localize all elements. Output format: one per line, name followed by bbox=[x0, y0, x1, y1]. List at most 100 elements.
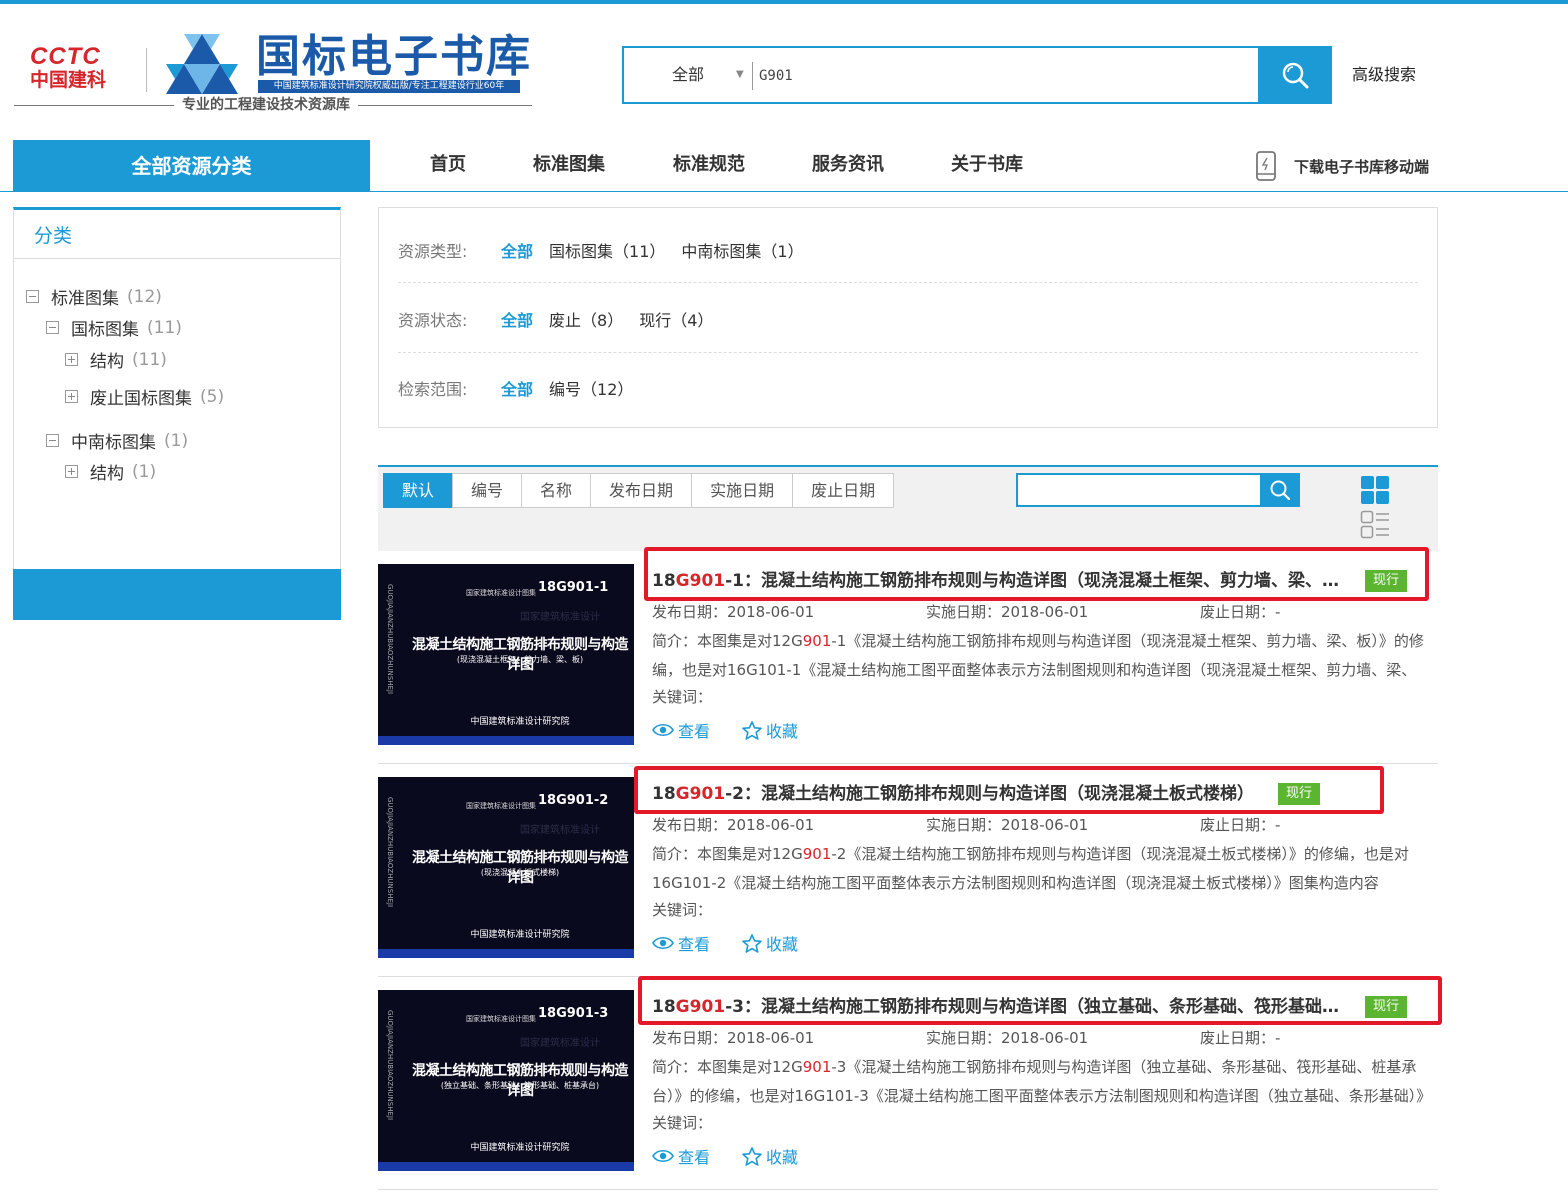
filter-option-all[interactable]: 全部 bbox=[501, 307, 533, 331]
sort-tab-default[interactable]: 默认 bbox=[383, 473, 454, 508]
nav-home[interactable]: 首页 bbox=[430, 150, 466, 180]
star-icon bbox=[742, 1146, 762, 1166]
expand-icon[interactable] bbox=[65, 353, 78, 366]
cover-publisher: 中国建筑标准设计研究院 bbox=[470, 930, 570, 940]
tree-item-count: (11) bbox=[147, 317, 182, 338]
collapse-icon[interactable] bbox=[46, 434, 59, 447]
tree-item-standard-atlas[interactable]: 标准图集 (12) bbox=[26, 284, 162, 309]
tagline: 专业的工程建设技术资源库 bbox=[174, 96, 358, 114]
mobile-download-link[interactable]: 下载电子书库移动端 bbox=[1255, 151, 1429, 181]
favorite-label: 收藏 bbox=[766, 1148, 799, 1167]
tree-item-label: 标准图集 bbox=[51, 289, 119, 309]
tree-item-zhongnan-structure[interactable]: 结构 (1) bbox=[65, 459, 156, 484]
nav-underline bbox=[0, 191, 1568, 192]
book-cover-image[interactable]: GUOJIAJIANZHUBIAOZHUNSHEJI 国家建筑标准设计图集 18… bbox=[378, 990, 634, 1171]
advanced-search-link[interactable]: 高级搜索 bbox=[1352, 64, 1416, 86]
book-cover-image[interactable]: GUOJIAJIANZHUBIAOZHUNSHEJI 国家建筑标准设计图集 18… bbox=[378, 564, 634, 745]
publish-value: 2018-06-01 bbox=[727, 603, 815, 621]
sort-tab-name[interactable]: 名称 bbox=[521, 473, 592, 508]
highlight-box bbox=[638, 976, 1442, 1025]
cover-series: 国家建筑标准设计图集 bbox=[466, 589, 536, 597]
tree-item-abolished-national[interactable]: 废止国标图集 (5) bbox=[65, 384, 224, 409]
cover-code: 18G901-1 bbox=[538, 580, 609, 595]
filter-label: 资源状态: bbox=[398, 311, 468, 330]
list-view-icon[interactable] bbox=[1360, 510, 1390, 540]
sort-tab-code[interactable]: 编号 bbox=[452, 473, 523, 508]
implement-value: 2018-06-01 bbox=[1001, 1029, 1089, 1047]
all-categories-button[interactable]: 全部资源分类 bbox=[13, 140, 370, 192]
view-label: 查看 bbox=[678, 935, 711, 954]
favorite-button[interactable]: 收藏 bbox=[742, 1144, 798, 1168]
publish-date: 发布日期：2018-06-01 bbox=[652, 1028, 814, 1048]
filter-option-all[interactable]: 全部 bbox=[501, 376, 533, 400]
abolish-value: - bbox=[1275, 1029, 1281, 1047]
tree-item-count: (1) bbox=[164, 430, 189, 451]
filter-option-all[interactable]: 全部 bbox=[501, 238, 533, 262]
summary-text: 本图集是对12G bbox=[697, 845, 803, 863]
cctc-logo: CCTC 中国建科 bbox=[30, 45, 140, 92]
sort-toolbar: 默认 编号 名称 发布日期 实施日期 废止日期 bbox=[378, 465, 1438, 551]
tree-item-structure[interactable]: 结构 (11) bbox=[65, 347, 167, 372]
tree-item-count: (12) bbox=[127, 286, 162, 307]
expand-icon[interactable] bbox=[65, 390, 78, 403]
in-results-search-button[interactable] bbox=[1260, 473, 1300, 507]
sort-tab-implement-date[interactable]: 实施日期 bbox=[691, 473, 794, 508]
cover-spine-text: GUOJIAJIANZHUBIAOZHUNSHEJI bbox=[386, 584, 394, 695]
collapse-icon[interactable] bbox=[26, 290, 39, 303]
favorite-button[interactable]: 收藏 bbox=[742, 931, 798, 955]
publish-label: 发布日期： bbox=[652, 816, 728, 834]
keywords: 关键词： bbox=[652, 688, 713, 706]
publish-label: 发布日期： bbox=[652, 1029, 728, 1047]
search-input[interactable] bbox=[752, 62, 1261, 90]
nav-about[interactable]: 关于书库 bbox=[951, 150, 1023, 180]
filter-label: 资源类型: bbox=[398, 242, 468, 261]
grid-view-icon[interactable] bbox=[1360, 475, 1390, 505]
cover-spine-text: GUOJIAJIANZHUBIAOZHUNSHEJI bbox=[386, 797, 394, 908]
sort-tab-publish-date[interactable]: 发布日期 bbox=[590, 473, 693, 508]
view-button[interactable]: 查看 bbox=[652, 931, 710, 955]
star-icon bbox=[742, 720, 762, 740]
cover-subtitle: (现浇混凝土框架、剪力墙、梁、板) bbox=[456, 655, 584, 664]
nav-standard-specs[interactable]: 标准规范 bbox=[673, 150, 745, 180]
summary-label: 简介： bbox=[652, 845, 698, 863]
publish-value: 2018-06-01 bbox=[727, 1029, 815, 1047]
summary-text: 本图集是对12G bbox=[697, 632, 803, 650]
expand-icon[interactable] bbox=[65, 465, 78, 478]
site-logo[interactable]: CCTC 中国建科 国标电子书库 中国建筑标准设计研究院权威出版/专注工程建设行… bbox=[14, 28, 532, 118]
implement-label: 实施日期： bbox=[926, 603, 1002, 621]
summary-highlight: 901 bbox=[802, 1058, 832, 1076]
tree-item-count: (11) bbox=[132, 349, 167, 370]
cover-publisher: 中国建筑标准设计研究院 bbox=[470, 717, 570, 727]
collapse-icon[interactable] bbox=[46, 321, 59, 334]
favorite-button[interactable]: 收藏 bbox=[742, 718, 798, 742]
implement-date: 实施日期：2018-06-01 bbox=[926, 1028, 1088, 1048]
abolish-date: 废止日期：- bbox=[1200, 815, 1280, 835]
search-scope-select[interactable]: 全部 bbox=[672, 48, 704, 102]
search-button[interactable] bbox=[1258, 46, 1332, 104]
cctc-logo-cn: 中国建科 bbox=[30, 69, 107, 91]
mobile-phone-icon bbox=[1256, 151, 1276, 181]
nav-service-news[interactable]: 服务资讯 bbox=[812, 150, 884, 180]
tree-item-zhongnan-atlas[interactable]: 中南标图集 (1) bbox=[46, 428, 188, 453]
highlight-box bbox=[634, 766, 1384, 814]
view-button[interactable]: 查看 bbox=[652, 718, 710, 742]
book-cover-image[interactable]: GUOJIAJIANZHUBIAOZHUNSHEJI 国家建筑标准设计图集 18… bbox=[378, 777, 634, 958]
chevron-down-icon[interactable]: ▼ bbox=[736, 48, 744, 102]
tree-item-national-atlas[interactable]: 国标图集 (11) bbox=[46, 315, 182, 340]
sort-tab-abolish-date[interactable]: 废止日期 bbox=[792, 473, 895, 508]
filter-option-national[interactable]: 国标图集（11） bbox=[549, 238, 665, 262]
view-button[interactable]: 查看 bbox=[652, 1144, 710, 1168]
filter-option-code[interactable]: 编号（12） bbox=[549, 376, 633, 400]
cover-bottom-bar bbox=[378, 736, 634, 745]
filter-search-scope: 检索范围: 全部 编号（12） bbox=[398, 376, 649, 400]
result-item: GUOJIAJIANZHUBIAOZHUNSHEJI 国家建筑标准设计图集 18… bbox=[378, 976, 1442, 1190]
in-results-search-input[interactable] bbox=[1016, 473, 1300, 507]
nav-standard-atlas[interactable]: 标准图集 bbox=[533, 150, 605, 180]
implement-date: 实施日期：2018-06-01 bbox=[926, 815, 1088, 835]
filter-option-abolished[interactable]: 废止（8） bbox=[549, 307, 623, 331]
cover-bottom-bar bbox=[378, 949, 634, 958]
publish-date: 发布日期：2018-06-01 bbox=[652, 815, 814, 835]
filter-option-current[interactable]: 现行（4） bbox=[639, 307, 713, 331]
filter-option-zhongnan[interactable]: 中南标图集（1） bbox=[681, 238, 803, 262]
tree-item-count: (5) bbox=[200, 386, 225, 407]
